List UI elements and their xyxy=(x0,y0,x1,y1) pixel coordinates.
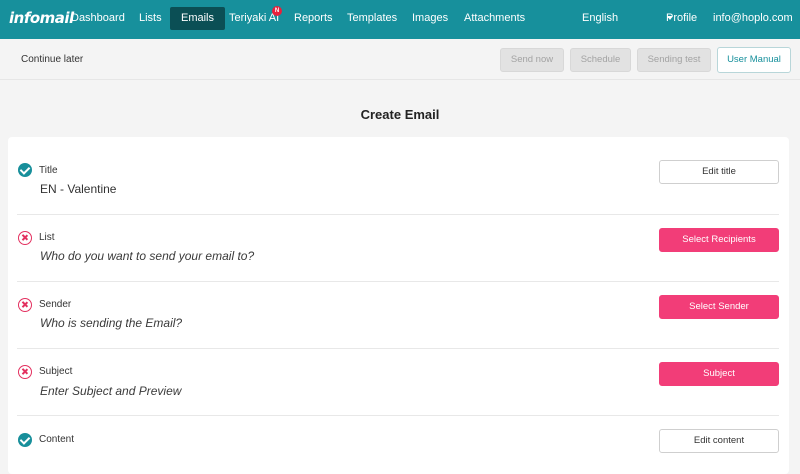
check-circle-icon xyxy=(18,163,32,177)
new-badge: N xyxy=(272,6,282,16)
step-value: Who is sending the Email? xyxy=(40,316,183,330)
nav-emails[interactable]: Emails xyxy=(170,7,226,30)
nav-attachments[interactable]: Attachments xyxy=(464,0,525,39)
edit-content-button[interactable]: Edit content xyxy=(659,429,779,453)
top-navbar: infomail Dashboard Lists Emails Teriyaki… xyxy=(0,0,800,39)
select-recipients-button[interactable]: Select Recipients xyxy=(659,228,779,252)
step-content: Content Edit content xyxy=(8,416,789,474)
step-list: List Who do you want to send your email … xyxy=(8,215,789,281)
page-title: Create Email xyxy=(360,107,440,122)
step-label: Sender xyxy=(39,299,72,310)
nav-images[interactable]: Images xyxy=(412,0,448,39)
select-sender-button[interactable]: Select Sender xyxy=(659,295,779,319)
step-label: Content xyxy=(39,434,75,445)
user-email[interactable]: info@hoplo.com xyxy=(713,0,793,39)
continue-later-link[interactable]: Continue later xyxy=(21,54,83,65)
edit-title-button[interactable]: Edit title xyxy=(659,160,779,184)
user-manual-button[interactable]: User Manual xyxy=(717,47,791,73)
language-select[interactable]: English xyxy=(582,0,618,39)
nav-reports[interactable]: Reports xyxy=(294,0,333,39)
nav-dashboard[interactable]: Dashboard xyxy=(71,0,125,39)
step-value: EN - Valentine xyxy=(40,182,117,196)
error-circle-icon xyxy=(18,365,32,379)
step-value: Enter Subject and Preview xyxy=(40,384,182,398)
create-email-card: Title EN - Valentine Edit title List Who… xyxy=(8,137,789,474)
subject-button[interactable]: Subject xyxy=(659,362,779,386)
send-now-button[interactable]: Send now xyxy=(500,48,564,72)
profile-link-label: Profile xyxy=(666,12,698,24)
infomail-logo[interactable]: infomail xyxy=(9,9,74,27)
step-title: Title EN - Valentine Edit title xyxy=(8,137,789,214)
sending-test-button[interactable]: Sending test xyxy=(637,48,711,72)
step-sender: Sender Who is sending the Email? Select … xyxy=(8,282,789,348)
action-toolbar: Continue later Send now Schedule Sending… xyxy=(0,39,800,80)
nav-templates[interactable]: Templates xyxy=(347,0,397,39)
step-label: List xyxy=(39,232,55,243)
step-subject: Subject Enter Subject and Preview Subjec… xyxy=(8,349,789,415)
step-label: Subject xyxy=(39,366,73,377)
nav-lists[interactable]: Lists xyxy=(139,0,162,39)
step-label: Title xyxy=(39,165,58,176)
error-circle-icon xyxy=(18,231,32,245)
error-circle-icon xyxy=(18,298,32,312)
step-value: Who do you want to send your email to? xyxy=(40,249,255,263)
schedule-button[interactable]: Schedule xyxy=(570,48,631,72)
nav-teriyaki-ai[interactable]: Teriyaki AI xyxy=(229,0,279,39)
check-circle-icon xyxy=(18,433,32,447)
